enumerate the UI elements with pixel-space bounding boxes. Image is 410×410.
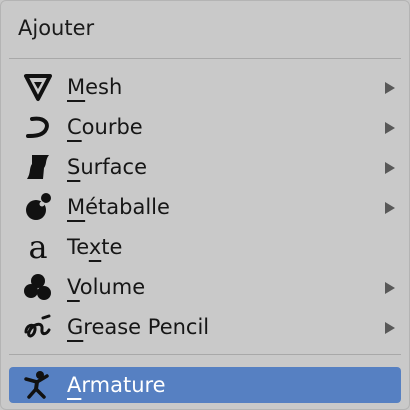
menu-item-volume-label: olume — [79, 275, 146, 299]
menu-item-surface[interactable]: Surface — [9, 149, 401, 185]
menu-item-curve-hotkey: C — [67, 115, 82, 139]
menu-item-mesh-label: esh — [85, 75, 123, 99]
menu-item-mesh[interactable]: Mesh — [9, 69, 401, 105]
menu-item-text-label-start: Te — [67, 235, 89, 259]
submenu-arrow-icon — [385, 162, 395, 174]
svg-text:a: a — [28, 232, 47, 262]
menu-item-volume[interactable]: Volume — [9, 269, 401, 305]
menu-item-armature[interactable]: Armature — [9, 367, 401, 403]
metaball-icon — [23, 192, 53, 222]
menu-item-metaball[interactable]: Métaballe — [9, 189, 401, 225]
text-icon: a — [23, 232, 53, 262]
submenu-arrow-icon — [385, 202, 395, 214]
menu-item-curve-label: ourbe — [81, 115, 143, 139]
menu-item-text-label: te — [101, 235, 123, 259]
add-menu: Ajouter Mesh Courbe Surface Métaballe a … — [0, 0, 410, 410]
menu-item-volume-hotkey: V — [67, 275, 80, 299]
menu-item-text-hotkey: x — [88, 235, 102, 259]
menu-item-armature-label: rmature — [81, 373, 166, 397]
separator — [9, 354, 401, 355]
surface-icon — [23, 152, 53, 182]
menu-item-grease-pencil[interactable]: Grease Pencil — [9, 309, 401, 345]
menu-item-armature-hotkey: A — [67, 373, 82, 397]
submenu-arrow-icon — [385, 282, 395, 294]
menu-item-surface-hotkey: S — [67, 155, 81, 179]
curve-icon — [23, 112, 53, 142]
submenu-arrow-icon — [385, 322, 395, 334]
volume-icon — [23, 272, 53, 302]
menu-item-metaball-hotkey: M — [67, 195, 86, 219]
menu-title: Ajouter — [18, 16, 95, 40]
mesh-icon — [23, 72, 53, 102]
menu-item-metaball-label: étaballe — [85, 195, 170, 219]
armature-icon — [23, 370, 53, 400]
menu-item-grease-pencil-hotkey: G — [67, 315, 84, 339]
menu-item-surface-label: urface — [80, 155, 148, 179]
separator — [9, 58, 401, 59]
menu-item-text[interactable]: a Texte — [9, 229, 401, 265]
menu-item-grease-pencil-label: rease Pencil — [83, 315, 210, 339]
submenu-arrow-icon — [385, 82, 395, 94]
submenu-arrow-icon — [385, 122, 395, 134]
grease-pencil-icon — [23, 312, 53, 342]
menu-item-mesh-hotkey: M — [67, 75, 86, 99]
menu-item-curve[interactable]: Courbe — [9, 109, 401, 145]
